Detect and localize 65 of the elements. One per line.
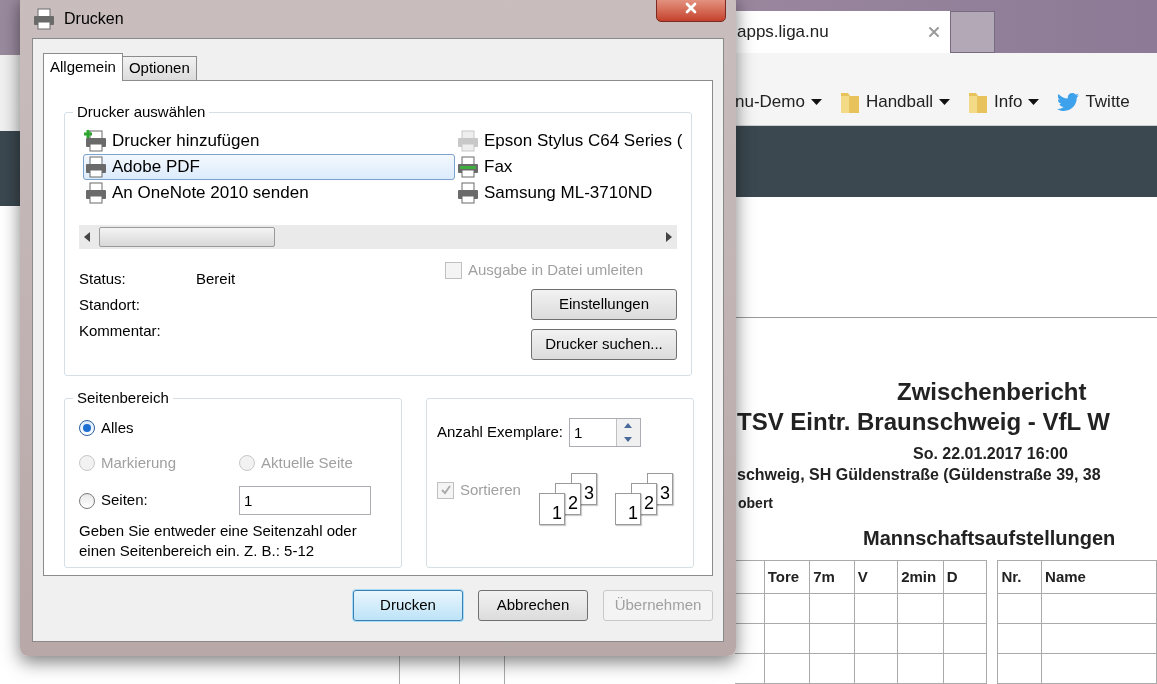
table-header-cell: 2min: [897, 560, 944, 594]
dialog-button[interactable]: Drucker suchen...: [531, 328, 677, 360]
dialog-button[interactable]: Einstellungen: [531, 288, 677, 320]
radio-option[interactable]: Alles: [79, 417, 387, 440]
close-button[interactable]: [656, 0, 726, 22]
info-label: Status:: [79, 268, 127, 289]
table-header-cell: Nr.: [997, 560, 1042, 594]
radio-option[interactable]: Seiten:: [79, 489, 239, 512]
collate-page: 1: [539, 493, 565, 525]
horizontal-scrollbar[interactable]: [79, 225, 677, 249]
printer-item[interactable]: Adobe PDF: [83, 154, 455, 180]
fax-icon: [456, 156, 480, 178]
section-title: Mannschaftsaufstellungen: [863, 526, 1117, 550]
venue-text: schweig, SH Güldenstraße (Güldenstraße 39, 38: [737, 465, 1102, 485]
bookmark[interactable]: Handball: [839, 89, 951, 115]
window-title: Drucken: [64, 9, 124, 29]
pages-field[interactable]: 1: [239, 486, 371, 515]
match-date: So. 22.01.2017 16:00: [913, 444, 1069, 464]
close-icon: [683, 0, 699, 16]
table-header-cell: 7m: [809, 560, 855, 594]
referee-text: obert: [738, 494, 774, 512]
printer-item[interactable]: An OneNote 2010 senden: [83, 180, 455, 206]
radio-button[interactable]: [79, 492, 95, 509]
match-title: TSV Eintr. Braunschweig - VfL W: [737, 408, 1111, 436]
down-arrow-icon: [624, 436, 633, 442]
caret-icon: [939, 98, 951, 105]
caret-icon: [1028, 98, 1040, 105]
info-label: Kommentar:: [79, 320, 162, 341]
table-header-cell: V: [854, 560, 898, 594]
add-printer-icon: [84, 130, 108, 152]
collate-page: 1: [615, 493, 641, 525]
printer-item[interactable]: Samsung ML-3710ND: [455, 180, 686, 206]
bird-icon: [1057, 90, 1080, 113]
bookmark[interactable]: nu-Demo: [735, 89, 822, 115]
bookmark[interactable]: Info: [968, 89, 1040, 115]
info-label: Standort:: [79, 294, 141, 315]
printer-icon: [84, 182, 108, 204]
copies-spinner[interactable]: 1: [568, 418, 641, 447]
new-tab-button[interactable]: [950, 10, 995, 53]
right-arrow-icon[interactable]: [665, 232, 673, 242]
printer-item[interactable]: Epson Stylus C64 Series (: [455, 128, 686, 154]
table-header-cell: D: [943, 560, 987, 594]
printer-item[interactable]: Fax: [455, 154, 686, 180]
printer-icon: [32, 8, 56, 30]
report-title: Zwischenbericht: [897, 378, 1088, 406]
checkmark-icon: [439, 484, 452, 497]
dialog-button[interactable]: Abbrechen: [478, 590, 588, 621]
printer-icon: [456, 130, 480, 152]
up-arrow-icon: [624, 423, 633, 429]
dialog-button[interactable]: Drucken: [353, 590, 463, 621]
tab[interactable]: Allgemein: [43, 53, 123, 81]
browser-tab[interactable]: apps.liga.nu: [735, 10, 950, 53]
hint-text: Geben Sie entweder eine Seitenzahl oder einen Seitenbereich ein. Z. B.: 5-12: [79, 521, 358, 561]
table-header-cell: Name: [1041, 560, 1157, 594]
caret-icon: [810, 98, 822, 105]
copies-label: Anzahl Exemplare:: [437, 422, 563, 443]
printer-icon: [84, 156, 108, 178]
bookmark[interactable]: Twitte: [1057, 89, 1130, 115]
tab[interactable]: Optionen: [121, 56, 197, 80]
table-header-cell: Tore: [764, 560, 810, 594]
info-value: Bereit: [196, 268, 236, 289]
radio-button[interactable]: [79, 420, 95, 437]
left-arrow-icon[interactable]: [83, 232, 91, 242]
printer-icon: [456, 182, 480, 204]
printer-item[interactable]: Drucker hinzufügen: [83, 128, 455, 154]
